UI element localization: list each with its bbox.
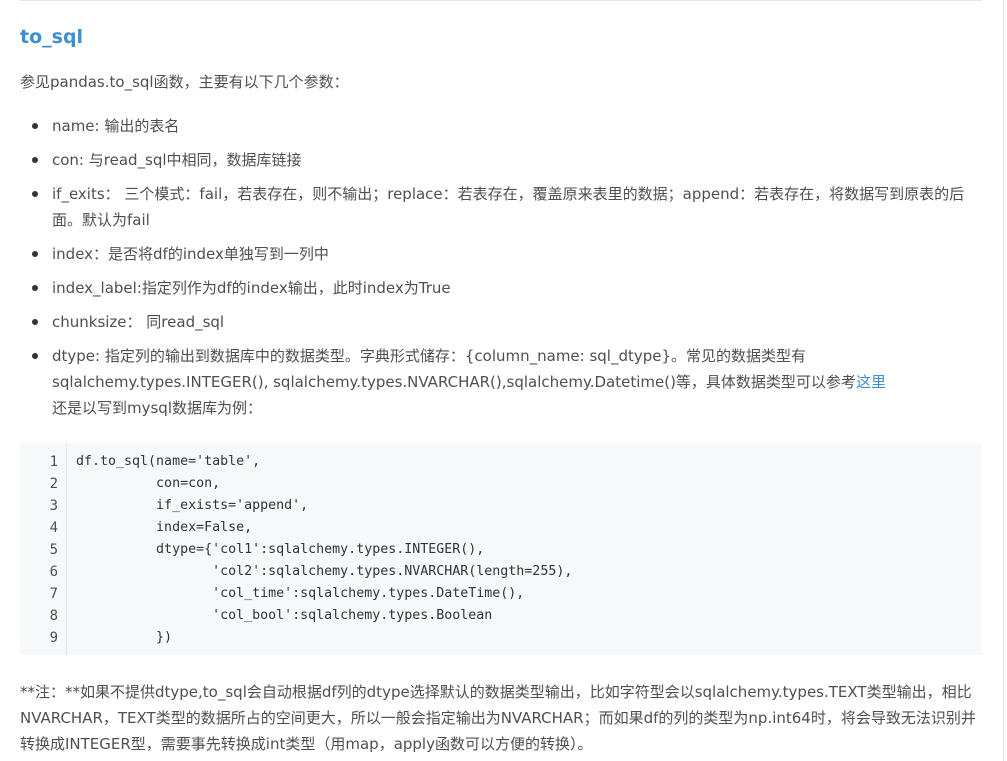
list-item: chunksize： 同read_sql (20, 309, 985, 335)
line-number: 8 (49, 608, 58, 624)
code-line: 'col_bool':sqlalchemy.types.Boolean (76, 608, 493, 623)
top-divider (20, 0, 982, 1)
code-line: }) (76, 630, 173, 645)
line-number: 2 (49, 476, 58, 492)
right-border (1003, 0, 1004, 761)
section-title: to_sql (20, 26, 84, 48)
parameter-list: name: 输出的表名 con: 与read_sql中相同，数据库链接 if_e… (20, 113, 985, 429)
line-number: 3 (49, 498, 58, 514)
code-lines: df.to_sql(name='table', con=con, if_exis… (76, 451, 572, 649)
list-item: if_exits： 三个模式：fail，若表存在，则不输出；replace：若表… (20, 181, 985, 233)
line-number: 7 (49, 586, 58, 602)
example-intro: 还是以写到mysql数据库为例： (52, 399, 262, 417)
code-line: 'col2':sqlalchemy.types.NVARCHAR(length=… (76, 564, 573, 579)
param-text: if_exits： 三个模式：fail，若表存在，则不输出；replace：若表… (52, 185, 965, 229)
line-number: 1 (49, 454, 58, 470)
list-item: dtype: 指定列的输出到数据库中的数据类型。字典形式储存：{column_n… (20, 343, 985, 421)
code-line: dtype={'col1':sqlalchemy.types.INTEGER()… (76, 542, 485, 557)
list-item: index_label:指定列作为df的index输出，此时index为True (20, 275, 985, 301)
code-line: df.to_sql(name='table', (76, 454, 261, 469)
code-line: index=False, (76, 520, 253, 535)
line-number-gutter: 1 2 3 4 5 6 7 8 9 (20, 451, 58, 649)
code-line: if_exists='append', (76, 498, 309, 513)
param-text: chunksize： 同read_sql (52, 313, 225, 331)
line-number: 4 (49, 520, 58, 536)
param-text: dtype: 指定列的输出到数据库中的数据类型。字典形式储存：{column_n… (52, 347, 856, 391)
line-number: 5 (49, 542, 58, 558)
gutter-divider (66, 443, 67, 655)
intro-paragraph: 参见pandas.to_sql函数，主要有以下几个参数： (20, 73, 349, 91)
line-number: 6 (49, 564, 58, 580)
param-text: index：是否将df的index单独写到一列中 (52, 245, 329, 263)
code-block: 1 2 3 4 5 6 7 8 9 df.to_sql(name='table'… (20, 443, 982, 655)
param-text: name: 输出的表名 (52, 117, 180, 135)
code-line: con=con, (76, 476, 221, 491)
line-number: 9 (49, 630, 58, 646)
list-item: con: 与read_sql中相同，数据库链接 (20, 147, 985, 173)
list-item: name: 输出的表名 (20, 113, 985, 139)
list-item: index：是否将df的index单独写到一列中 (20, 241, 985, 267)
code-line: 'col_time':sqlalchemy.types.DateTime(), (76, 586, 525, 601)
note-paragraph: **注：**如果不提供dtype,to_sql会自动根据df列的dtype选择默… (20, 683, 976, 753)
param-text: index_label:指定列作为df的index输出，此时index为True (52, 279, 451, 297)
param-text: con: 与read_sql中相同，数据库链接 (52, 151, 302, 169)
reference-link[interactable]: 这里 (856, 373, 886, 391)
